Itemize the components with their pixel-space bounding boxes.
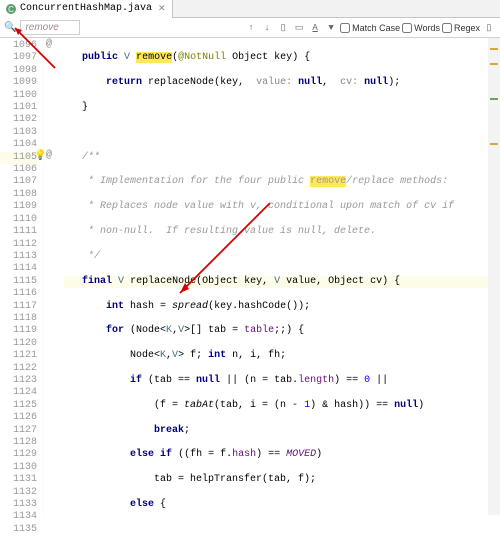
- file-tab[interactable]: C ConcurrentHashMap.java ✕: [0, 0, 173, 18]
- code-line: else if ((fh = f.hash) == MOVED): [64, 449, 500, 461]
- scrollbar[interactable]: [488, 38, 500, 515]
- intention-bulb-icon[interactable]: 💡: [34, 150, 46, 162]
- tab-bar: C ConcurrentHashMap.java ✕: [0, 0, 500, 18]
- code-line: else {: [64, 499, 500, 511]
- code-line: public V remove(@NotNull Object key) {: [64, 52, 500, 64]
- code-line: if (tab == null || (n = tab.length) == 0…: [64, 375, 500, 387]
- code-line: * Replaces node value with v, conditiona…: [64, 201, 500, 213]
- code-line: * Implementation for the four public rem…: [64, 176, 500, 188]
- code-area[interactable]: public V remove(@NotNull Object key) { r…: [64, 38, 500, 515]
- java-class-icon: C: [6, 4, 16, 14]
- gutter: 1096109710981099110011011102110311041105…: [0, 38, 44, 515]
- code-line: Node<K,V> f; int n, i, fh;: [64, 350, 500, 362]
- regex-checkbox[interactable]: Regex: [442, 23, 480, 33]
- code-line: (f = tabAt(tab, i = (n - 1) & hash)) == …: [64, 400, 500, 412]
- override-marker[interactable]: @: [46, 39, 52, 50]
- code-line-highlighted: final V replaceNode(Object key, V value,…: [64, 276, 500, 288]
- next-match-icon[interactable]: ↓: [260, 21, 274, 35]
- scrollbar-marker: [490, 63, 498, 65]
- close-icon[interactable]: ✕: [158, 4, 166, 14]
- editor: 1096109710981099110011011102110311041105…: [0, 38, 500, 515]
- scrollbar-marker: [490, 143, 498, 145]
- code-line: tab = helpTransfer(tab, f);: [64, 474, 500, 486]
- code-line: [64, 127, 500, 139]
- match-case-checkbox[interactable]: Match Case: [340, 23, 400, 33]
- add-selection-icon[interactable]: ▯: [276, 21, 290, 35]
- override-marker[interactable]: @: [46, 150, 52, 161]
- code-line: break;: [64, 425, 500, 437]
- annotation-column: @ @ 💡: [44, 38, 64, 515]
- code-line: /**: [64, 152, 500, 164]
- scrollbar-marker: [490, 98, 498, 100]
- scrollbar-marker: [490, 48, 498, 50]
- code-line: */: [64, 251, 500, 263]
- words-checkbox[interactable]: Words: [402, 23, 440, 33]
- code-line: }: [64, 102, 500, 114]
- search-input[interactable]: [20, 20, 80, 35]
- find-bar: 🔍 ↑ ↓ ▯ ▭ A ▼ Match Case Words Regex ▯: [0, 18, 500, 38]
- close-find-icon[interactable]: ▯: [482, 21, 496, 35]
- tab-filename: ConcurrentHashMap.java: [20, 3, 152, 14]
- code-line: return replaceNode(key, value: null, cv:…: [64, 77, 500, 89]
- svg-text:C: C: [8, 5, 14, 14]
- code-line: * non-null. If resulting value is null, …: [64, 226, 500, 238]
- filter-icon[interactable]: ▼: [324, 21, 338, 35]
- show-occurrences-icon[interactable]: A: [308, 21, 322, 35]
- find-toolbar: ↑ ↓ ▯ ▭ A ▼ Match Case Words Regex ▯: [244, 21, 496, 35]
- search-icon: 🔍: [4, 22, 16, 34]
- prev-match-icon[interactable]: ↑: [244, 21, 258, 35]
- select-all-icon[interactable]: ▭: [292, 21, 306, 35]
- code-line: int hash = spread(key.hashCode());: [64, 301, 500, 313]
- code-line: for (Node<K,V>[] tab = table;;) {: [64, 325, 500, 337]
